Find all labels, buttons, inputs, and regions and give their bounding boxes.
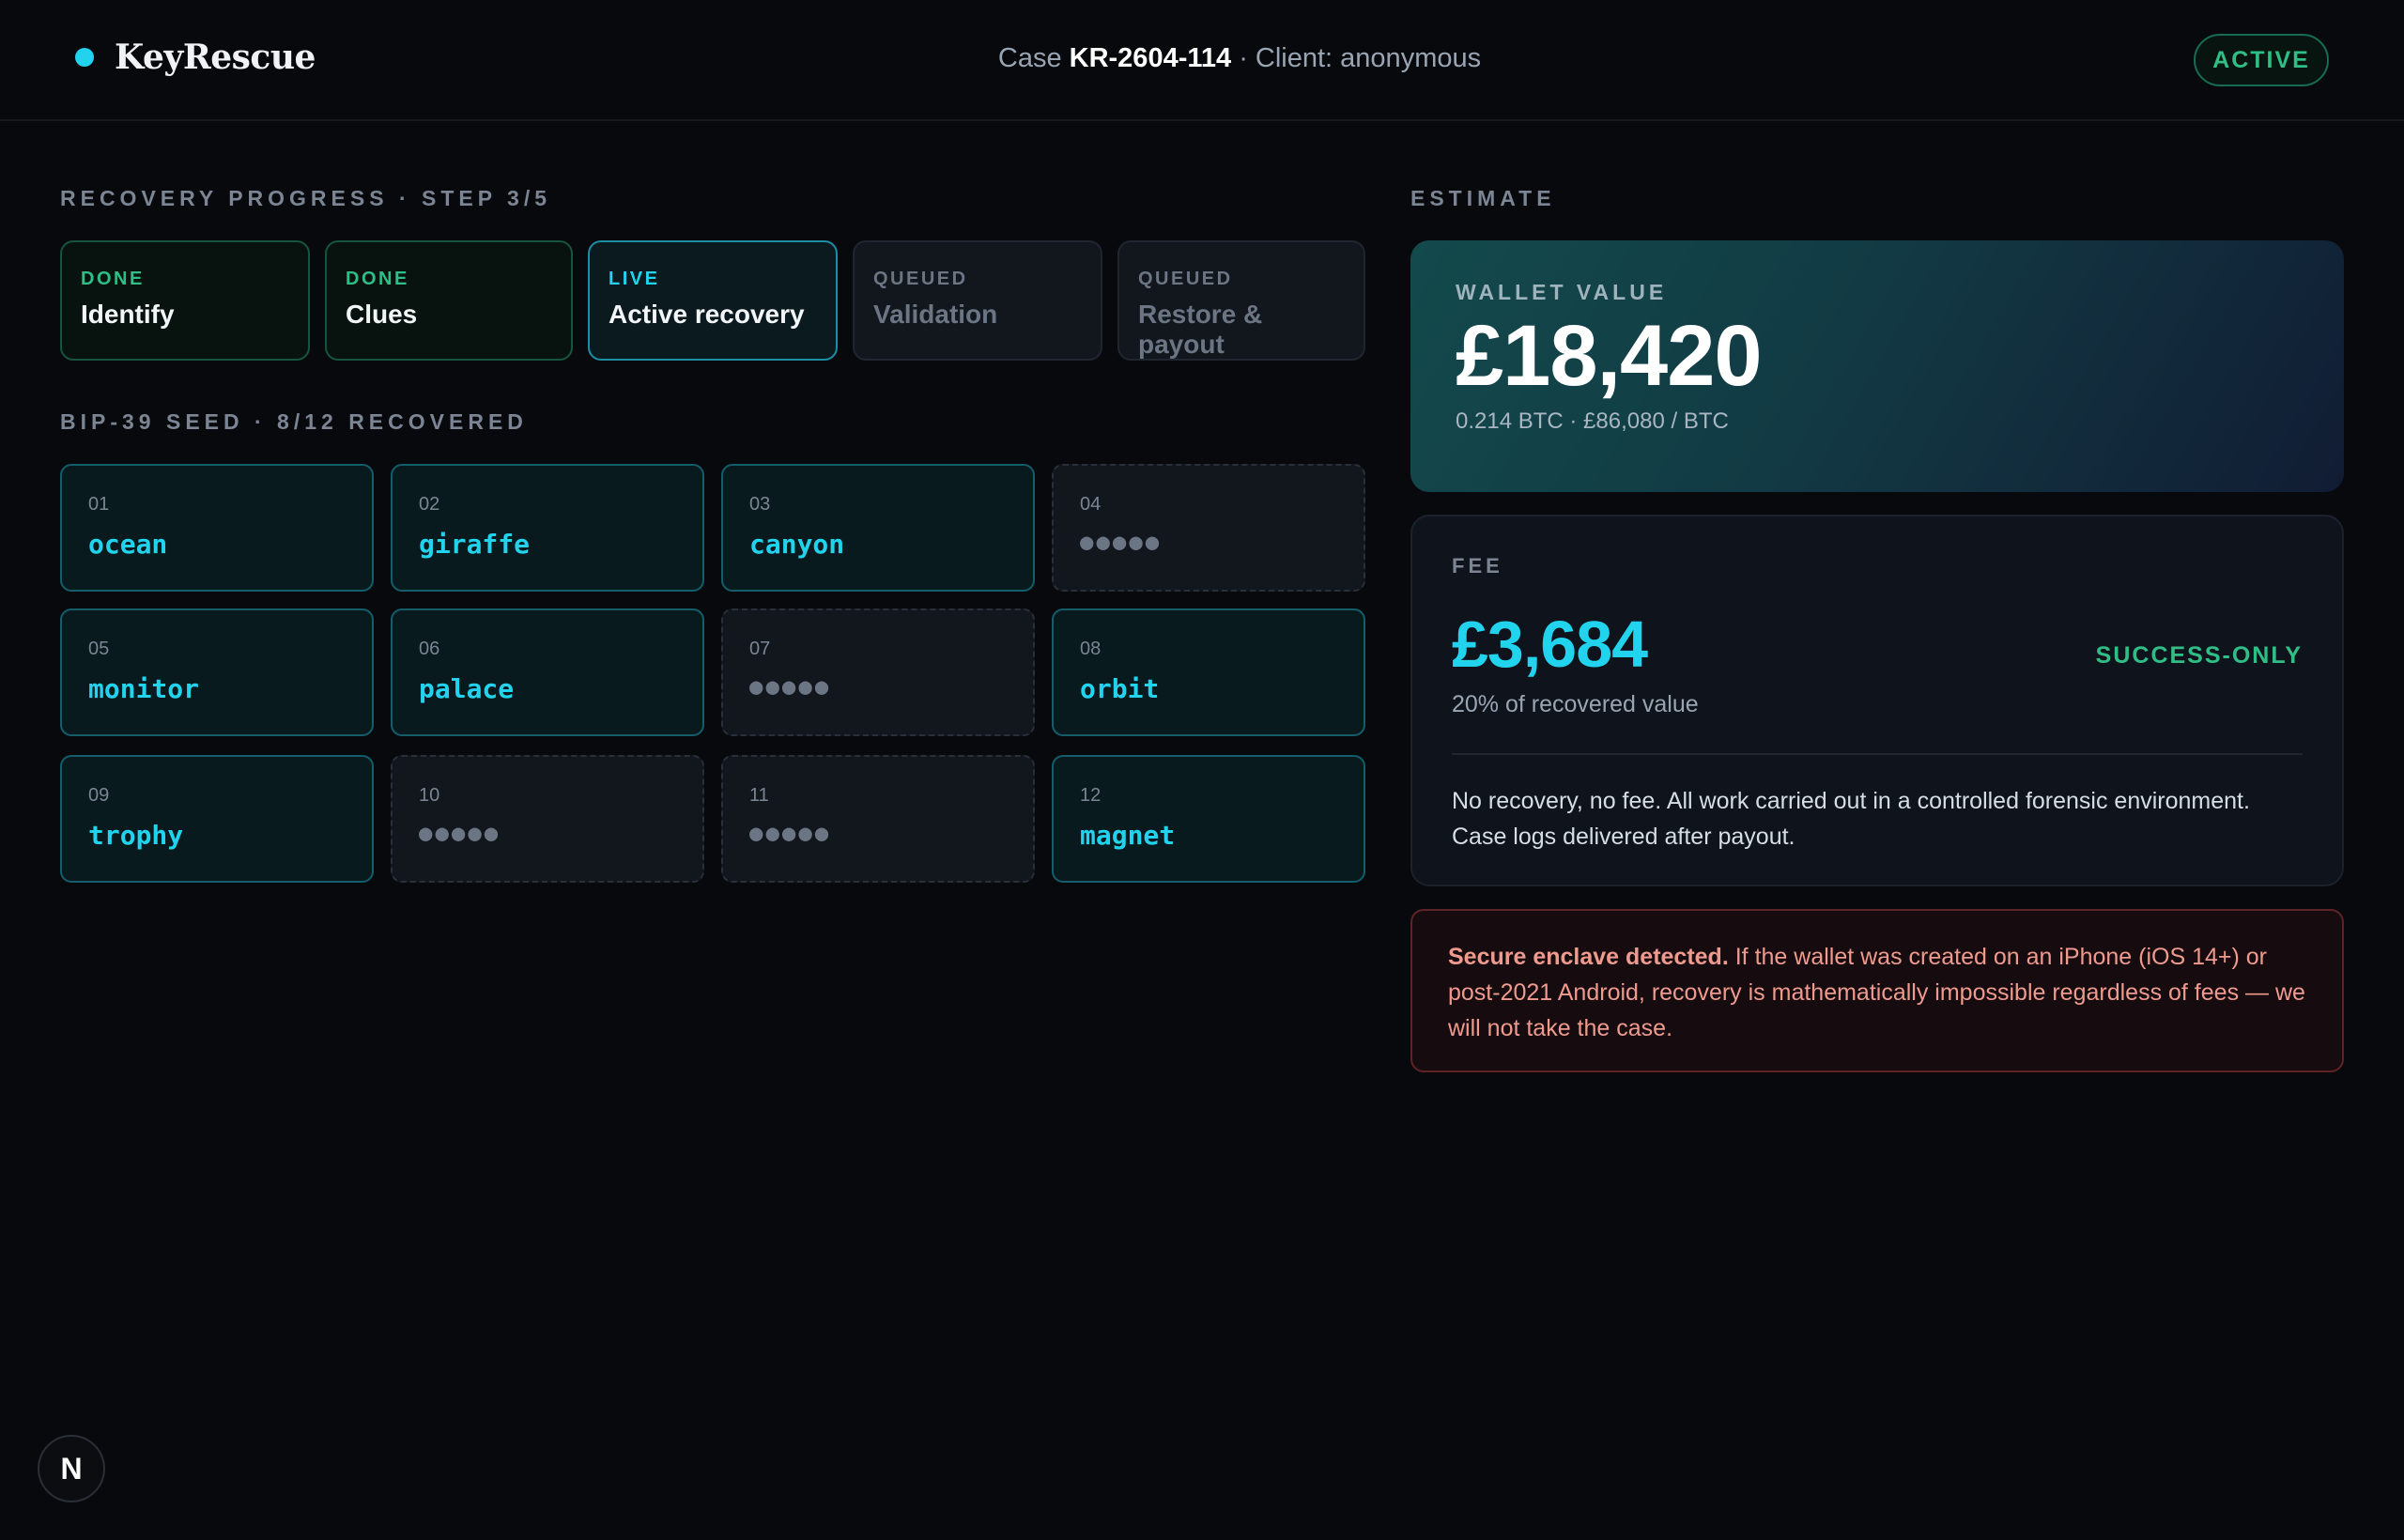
warning-title: Secure enclave detected. bbox=[1448, 944, 1729, 970]
seed-word-05[interactable]: 05 monitor bbox=[60, 608, 374, 736]
seed-word: palace bbox=[419, 673, 515, 704]
step-title: Clues bbox=[346, 300, 418, 329]
seed-word-10[interactable]: 10 ●●●●● bbox=[391, 755, 704, 883]
step-identify[interactable]: DONE Identify bbox=[60, 240, 310, 361]
seed-word: magnet bbox=[1080, 820, 1176, 851]
case-info: Case KR-2604-114 · Client: anonymous bbox=[0, 43, 2404, 74]
fee-label: FEE bbox=[1452, 554, 1503, 578]
case-prefix: Case bbox=[997, 43, 1062, 73]
seed-index: 01 bbox=[88, 494, 110, 515]
seed-index: 11 bbox=[749, 785, 769, 806]
seed-word: ocean bbox=[88, 529, 168, 560]
step-title: Identify bbox=[81, 300, 175, 329]
case-client: · Client: anonymous bbox=[1239, 43, 1482, 73]
seed-index: 06 bbox=[419, 639, 440, 659]
step-title: Restore & payout bbox=[1138, 300, 1263, 359]
seed-word-01[interactable]: 01 ocean bbox=[60, 464, 374, 592]
fee-card: FEE £3,684 SUCCESS-ONLY 20% of recovered… bbox=[1410, 515, 2344, 886]
step-status: LIVE bbox=[609, 269, 660, 289]
progress-section-label: RECOVERY PROGRESS · STEP 3/5 bbox=[60, 186, 552, 210]
case-id: KR-2604-114 bbox=[1069, 43, 1232, 73]
seed-word-02[interactable]: 02 giraffe bbox=[391, 464, 704, 592]
seed-index: 05 bbox=[88, 639, 110, 659]
fee-terms-badge: SUCCESS-ONLY bbox=[2095, 642, 2303, 669]
seed-word: canyon bbox=[749, 529, 845, 560]
app-header: KeyRescue Case KR-2604-114 · Client: ano… bbox=[0, 0, 2404, 121]
fee-note: No recovery, no fee. All work carried ou… bbox=[1452, 788, 2250, 850]
estimate-section-label: ESTIMATE bbox=[1410, 186, 1556, 210]
step-status: QUEUED bbox=[1138, 269, 1233, 289]
wallet-value-amount: £18,420 bbox=[1456, 308, 1763, 404]
seed-word: trophy bbox=[88, 820, 184, 851]
seed-index: 12 bbox=[1080, 785, 1102, 806]
seed-word-masked: ●●●●● bbox=[749, 673, 832, 700]
seed-index: 03 bbox=[749, 494, 771, 515]
fee-amount: £3,684 bbox=[1452, 608, 1648, 681]
dev-tools-button[interactable]: N bbox=[38, 1435, 105, 1502]
step-title: Active recovery bbox=[609, 300, 805, 329]
seed-index: 04 bbox=[1080, 494, 1102, 515]
seed-word-07[interactable]: 07 ●●●●● bbox=[721, 608, 1035, 736]
wallet-btc-rate: 0.214 BTC · £86,080 / BTC bbox=[1456, 408, 1729, 434]
wallet-value-card: WALLET VALUE £18,420 0.214 BTC · £86,080… bbox=[1410, 240, 2344, 492]
seed-word-03[interactable]: 03 canyon bbox=[721, 464, 1035, 592]
seed-word-08[interactable]: 08 orbit bbox=[1052, 608, 1365, 736]
seed-index: 10 bbox=[419, 785, 440, 806]
step-validation[interactable]: QUEUED Validation bbox=[853, 240, 1102, 361]
seed-word: orbit bbox=[1080, 673, 1160, 704]
seed-word-09[interactable]: 09 trophy bbox=[60, 755, 374, 883]
secure-enclave-warning: Secure enclave detected. If the wallet w… bbox=[1410, 909, 2344, 1072]
status-badge: ACTIVE bbox=[2194, 34, 2329, 86]
seed-word: giraffe bbox=[419, 529, 531, 560]
seed-index: 09 bbox=[88, 785, 110, 806]
seed-word-11[interactable]: 11 ●●●●● bbox=[721, 755, 1035, 883]
wallet-value-label: WALLET VALUE bbox=[1456, 280, 1668, 304]
step-clues[interactable]: DONE Clues bbox=[325, 240, 573, 361]
seed-index: 02 bbox=[419, 494, 440, 515]
seed-word-masked: ●●●●● bbox=[1080, 529, 1163, 555]
seed-word-06[interactable]: 06 palace bbox=[391, 608, 704, 736]
step-active-recovery[interactable]: LIVE Active recovery bbox=[588, 240, 838, 361]
step-restore-payout[interactable]: QUEUED Restore & payout bbox=[1117, 240, 1365, 361]
step-status: DONE bbox=[346, 269, 409, 289]
seed-section-label: BIP-39 SEED · 8/12 RECOVERED bbox=[60, 409, 528, 434]
seed-word-masked: ●●●●● bbox=[749, 820, 832, 846]
seed-word-masked: ●●●●● bbox=[419, 820, 501, 846]
step-status: QUEUED bbox=[873, 269, 968, 289]
seed-word-04[interactable]: 04 ●●●●● bbox=[1052, 464, 1365, 592]
fee-divider bbox=[1452, 753, 2303, 755]
step-status: DONE bbox=[81, 269, 145, 289]
seed-index: 08 bbox=[1080, 639, 1102, 659]
seed-word-12[interactable]: 12 magnet bbox=[1052, 755, 1365, 883]
fee-percent: 20% of recovered value bbox=[1452, 691, 1699, 717]
seed-word: monitor bbox=[88, 673, 200, 704]
seed-index: 07 bbox=[749, 639, 771, 659]
step-title: Validation bbox=[873, 300, 998, 329]
